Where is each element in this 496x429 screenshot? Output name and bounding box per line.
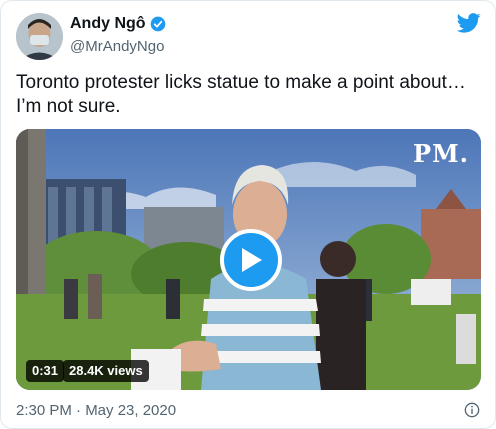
view-count: 28.4K views [63,360,149,382]
verified-badge-icon [150,16,165,32]
twitter-bird-icon[interactable] [457,13,481,33]
video-player[interactable]: PM. 0:31 28.4K views [16,129,481,390]
tweet-text: Toronto protester licks statue to make a… [16,72,466,117]
play-icon [242,248,262,272]
video-duration: 0:31 [26,360,65,382]
tweet-timestamp[interactable]: 2:30 PM · May 23, 2020 [16,402,176,419]
info-icon[interactable] [464,402,480,418]
author-name[interactable]: Andy Ngô [70,15,146,33]
play-button[interactable] [220,229,282,291]
author-name-row[interactable]: Andy Ngô [70,15,166,33]
avatar[interactable] [16,13,63,60]
avatar-image [16,13,63,60]
tweet-card: Andy Ngô @MrAndyNgo Toronto protester li… [0,0,496,429]
watermark: PM. [413,139,469,168]
author-handle[interactable]: @MrAndyNgo [70,38,164,55]
